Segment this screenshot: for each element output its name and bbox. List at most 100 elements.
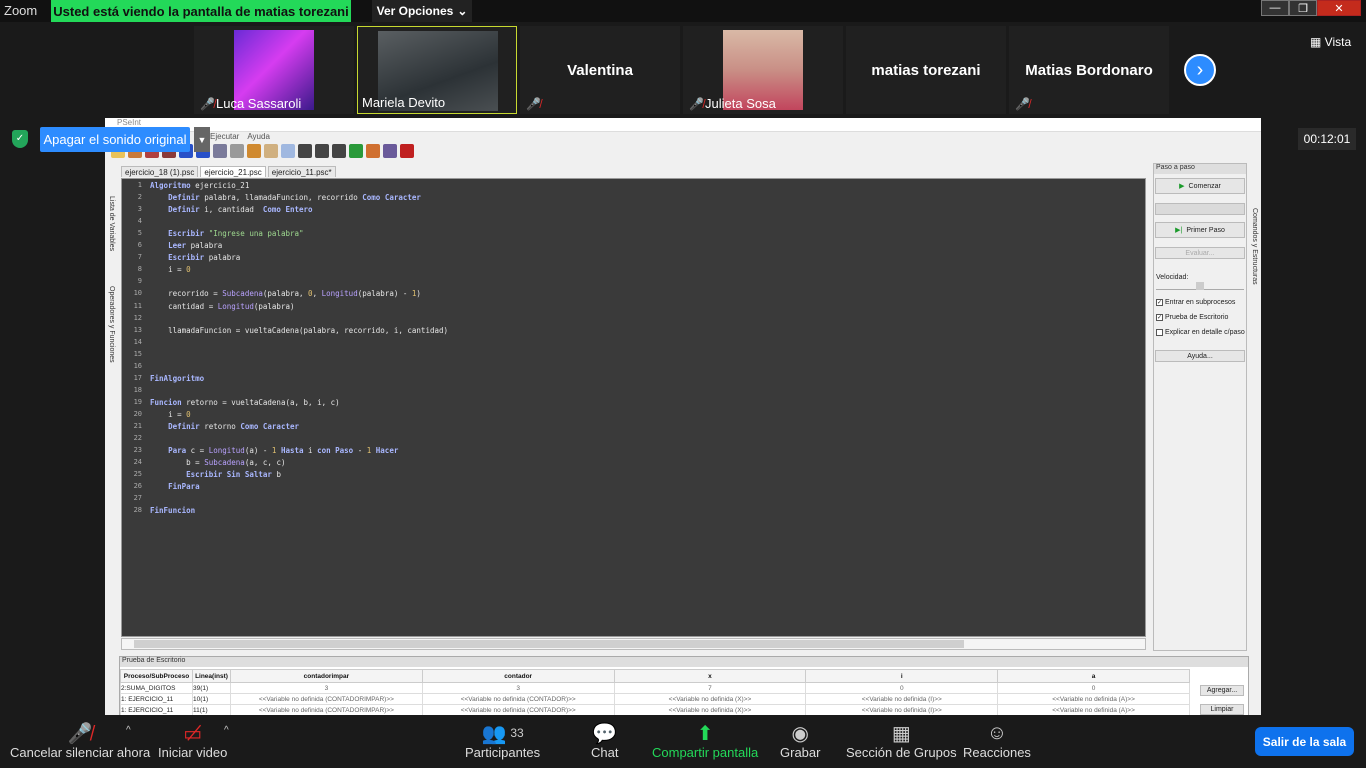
code-line: b = Subcadena(a, c, c)	[186, 458, 286, 468]
line-number: 11	[133, 301, 142, 310]
line-number: 6	[137, 241, 142, 250]
menu-item-ayuda[interactable]: Ayuda	[247, 132, 270, 144]
view-options-button[interactable]: Ver Opciones ⌄	[372, 0, 472, 22]
table-cell: 3	[230, 682, 423, 694]
play-icon: ▶	[1179, 183, 1185, 190]
participants-button[interactable]: 👥 33 Participantes	[465, 721, 540, 761]
table-header: Proceso/SubProceso Linea(inst) contadorimp…	[120, 669, 1190, 683]
line-number: 14	[133, 337, 142, 346]
line-number: 27	[133, 494, 142, 503]
add-button[interactable]: Agregar...	[1200, 685, 1244, 696]
record-button[interactable]: ◉ Grabar	[780, 721, 820, 761]
column-header: contadorimpar	[230, 669, 423, 683]
next-page-icon[interactable]: ›	[1184, 54, 1216, 86]
paste-icon[interactable]	[247, 144, 261, 158]
speed-slider[interactable]	[1156, 282, 1244, 290]
checkbox-desk-test[interactable]: ✓ Prueba de Escritorio	[1156, 314, 1228, 321]
checkbox-label: Explicar en detalle c/paso	[1165, 329, 1245, 336]
muted-mic-icon: 🎤̸	[526, 97, 541, 111]
pseint-title-bar: PSeInt	[105, 118, 1261, 132]
close-icon[interactable]: ✕	[1317, 0, 1361, 16]
column-header: a	[997, 669, 1190, 683]
participant-tile-active[interactable]: Mariela Devito	[357, 26, 517, 114]
speed-thumb[interactable]	[1196, 282, 1204, 290]
reactions-button[interactable]: ☺ Reacciones	[963, 721, 1031, 761]
breakout-rooms-button[interactable]: ▦ Sección de Grupos	[846, 721, 957, 761]
maximize-icon[interactable]: ❐	[1289, 0, 1317, 16]
search-prev-icon[interactable]	[315, 144, 329, 158]
participant-tile[interactable]: 🎤̸ Luca Sassaroli	[194, 26, 354, 114]
step-icon[interactable]	[366, 144, 380, 158]
code-line: llamadaFuncion = vueltaCadena(palabra, r…	[168, 325, 449, 335]
chevron-up-icon[interactable]: ^	[224, 725, 229, 736]
commands-tab[interactable]: Comandos y Estructuras	[1251, 208, 1258, 285]
original-sound-button[interactable]: Apagar el sonido original	[40, 127, 190, 152]
table-cell: <<Variable no definida (CONTADORIMPAR)>>	[230, 693, 423, 705]
cut-icon[interactable]	[213, 144, 227, 158]
line-number: 7	[137, 253, 142, 262]
muted-mic-icon: 🎤̸	[67, 722, 93, 745]
clear-button[interactable]: Limpiar	[1200, 704, 1244, 715]
line-number: 24	[133, 458, 142, 467]
participant-tile[interactable]: matias torezani	[846, 26, 1006, 114]
column-header: Proceso/SubProceso	[120, 669, 193, 683]
table-cell: <<Variable no definida (CONTADORIMPAR)>>	[230, 704, 423, 715]
desk-test-panel: Prueba de Escritorio Proceso/SubProceso L…	[119, 656, 1249, 715]
participant-name: Matias Bordonaro	[1025, 61, 1153, 79]
first-step-button[interactable]: ▶| Primer Paso	[1155, 222, 1245, 238]
meeting-timer: 00:12:01	[1298, 128, 1356, 150]
share-screen-button[interactable]: ⬆ Compartir pantalla	[652, 721, 758, 761]
tab-file-active[interactable]: ejercicio_21.psc	[200, 166, 266, 177]
minimize-icon[interactable]: —	[1261, 0, 1289, 16]
start-button[interactable]: ▶ Comenzar	[1155, 178, 1245, 194]
variables-list-tab[interactable]: Lista de Variables	[108, 196, 115, 251]
chat-label: Chat	[591, 745, 619, 760]
view-button[interactable]: ▦ Vista	[1310, 35, 1351, 49]
code-editor[interactable]: 1 2 3 4 5 6 7 8 9 10 11 12 13 14 15 16 17 18 19 20 21 22 23 24 2…	[121, 178, 1146, 637]
table-cell: <<Variable no definida (I)>>	[805, 704, 999, 715]
menu-item-ejecutar[interactable]: Ejecutar	[210, 132, 239, 144]
search-icon[interactable]	[298, 144, 312, 158]
participant-tile[interactable]: 🎤̸ Julieta Sosa	[683, 26, 843, 114]
code-line: Escribir Sin Saltar b	[186, 470, 281, 480]
chat-button[interactable]: 💬 Chat	[591, 721, 619, 761]
run-icon[interactable]	[349, 144, 363, 158]
flowchart-icon[interactable]	[383, 144, 397, 158]
help-button[interactable]: Ayuda...	[1155, 350, 1245, 362]
chevron-down-icon: ⌄	[457, 4, 468, 18]
operators-tab[interactable]: Operadores y Funciones	[108, 286, 115, 363]
line-number: 22	[133, 434, 142, 443]
column-header: i	[805, 669, 999, 683]
help-icon[interactable]	[400, 144, 414, 158]
indent-icon[interactable]	[281, 144, 295, 158]
start-label: Comenzar	[1188, 182, 1221, 190]
table-row: 1: EJERCICIO_11 10(1) <<Variable no defini…	[120, 693, 1190, 705]
record-icon: ◉	[791, 722, 809, 745]
left-side-panel: Lista de Variables Operadores y Funcione…	[105, 166, 119, 426]
chevron-down-icon[interactable]: ▼	[194, 127, 210, 152]
table-cell: <<Variable no definida (X)>>	[613, 693, 807, 705]
horizontal-scrollbar[interactable]	[121, 638, 1146, 650]
tab-file[interactable]: ejercicio_11.psc*	[267, 166, 336, 177]
search-next-icon[interactable]	[332, 144, 346, 158]
checkbox-explain[interactable]: Explicar en detalle c/paso	[1156, 329, 1245, 336]
scroll-thumb[interactable]	[134, 640, 964, 648]
evaluate-button[interactable]: Evaluar...	[1155, 247, 1245, 259]
start-video-button[interactable]: ▭̸ Iniciar video	[158, 721, 227, 761]
line-number: 3	[137, 205, 142, 214]
code-line: Escribir "Ingrese una palabra"	[168, 229, 304, 239]
security-shield-icon[interactable]: ✓	[12, 130, 28, 148]
line-number: 8	[137, 265, 142, 274]
copy-icon[interactable]	[230, 144, 244, 158]
edit-icon[interactable]	[264, 144, 278, 158]
checkbox-subprocesses[interactable]: ✓ Entrar en subprocesos	[1156, 299, 1235, 306]
code-line: Escribir palabra	[168, 253, 241, 263]
leave-room-button[interactable]: Salir de la sala	[1255, 727, 1354, 756]
chevron-up-icon[interactable]: ^	[126, 725, 131, 736]
participant-tile[interactable]: Matias Bordonaro 🎤̸	[1009, 26, 1169, 114]
line-number: 18	[133, 385, 142, 394]
table-row: 1: EJERCICIO_11 11(1) <<Variable no defini…	[120, 704, 1190, 715]
tab-file[interactable]: ejercicio_18 (1).psc	[121, 166, 199, 177]
participant-name: matias torezani	[871, 61, 981, 79]
participant-tile[interactable]: Valentina 🎤̸	[520, 26, 680, 114]
